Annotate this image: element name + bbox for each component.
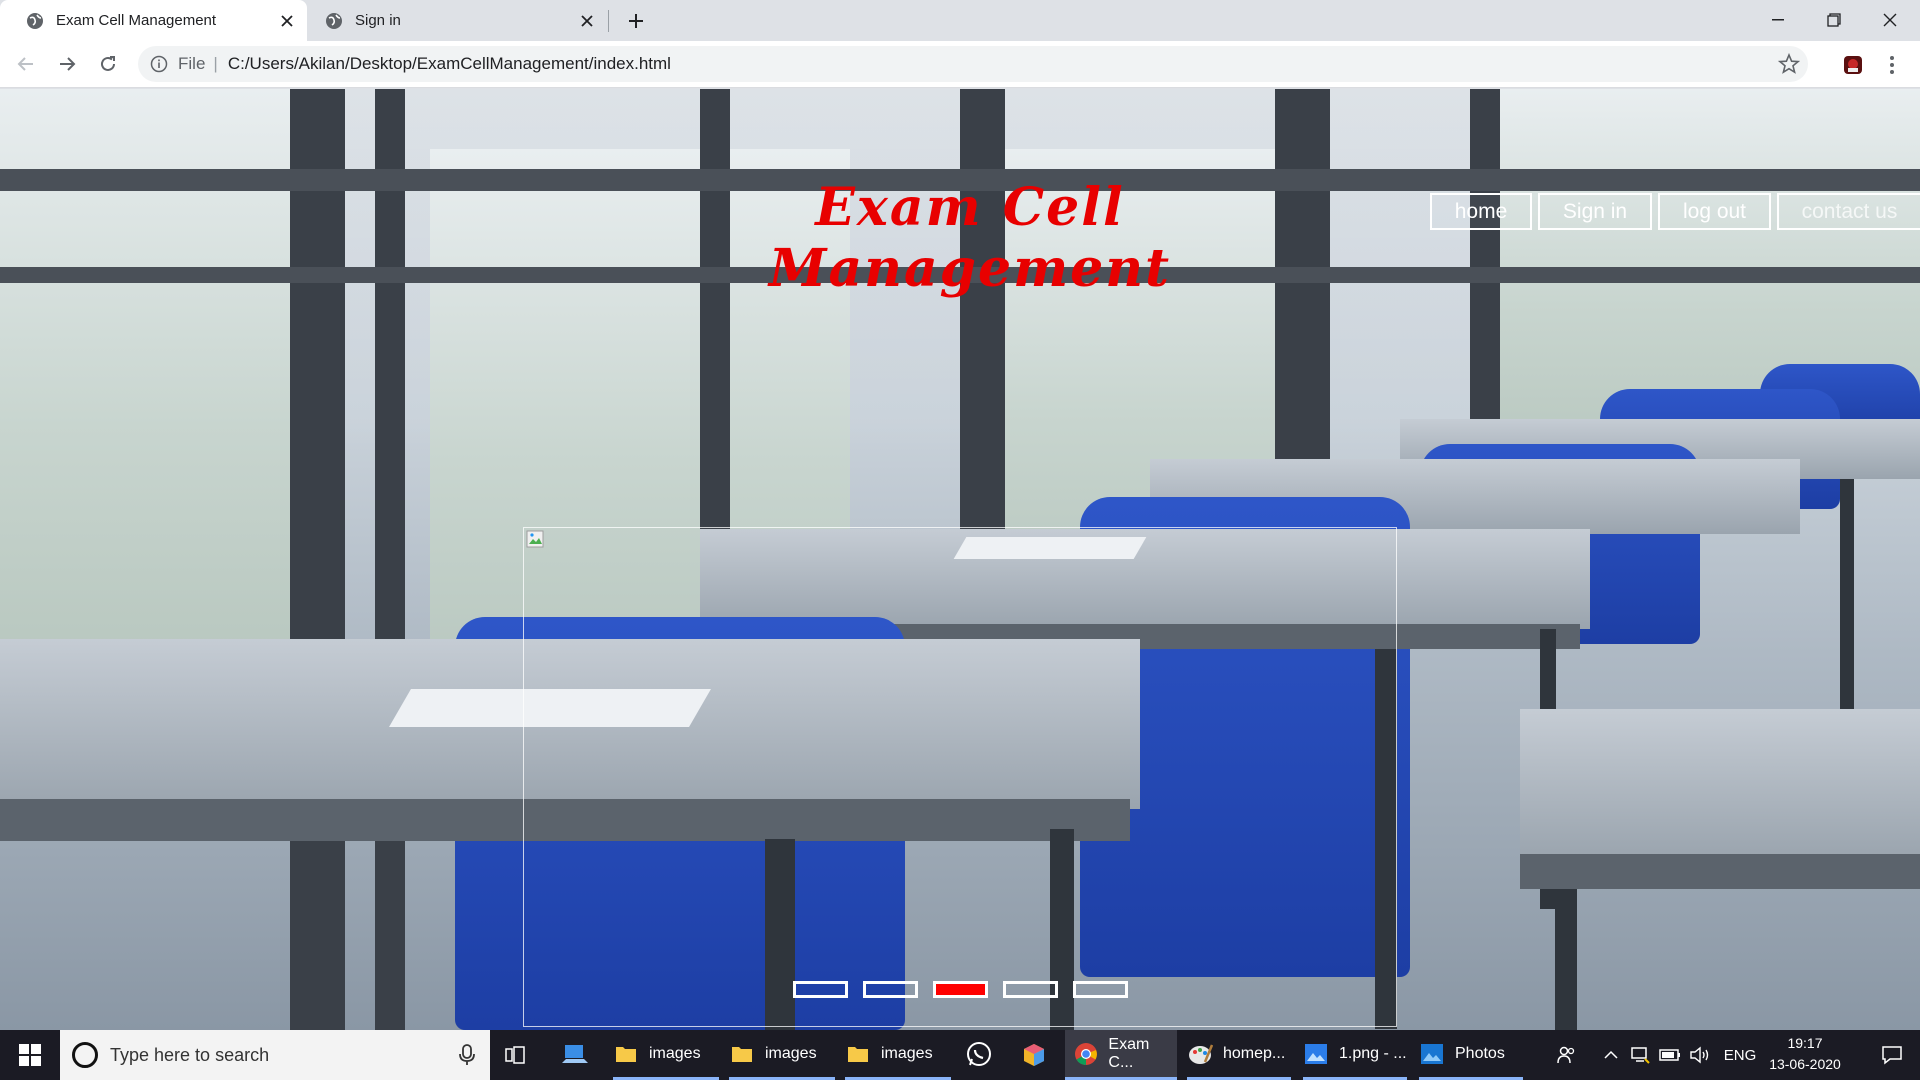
people-icon[interactable] bbox=[1552, 1030, 1582, 1080]
close-window-button[interactable] bbox=[1862, 0, 1918, 40]
volume-icon[interactable] bbox=[1688, 1030, 1712, 1080]
show-hidden-icons-chevron-icon[interactable] bbox=[1600, 1030, 1622, 1080]
close-tab-icon[interactable] bbox=[277, 11, 297, 31]
reload-button[interactable] bbox=[92, 48, 124, 80]
globe-icon bbox=[26, 12, 44, 30]
site-title: Exam Cell Management bbox=[768, 177, 1172, 299]
notifications-icon[interactable] bbox=[1864, 1030, 1920, 1080]
task-view-icon bbox=[505, 1046, 525, 1064]
taskbar-item-paint[interactable]: homep... bbox=[1187, 1030, 1291, 1080]
clock-time: 19:17 bbox=[1787, 1035, 1823, 1051]
main-navigation: home Sign in log out contact us bbox=[1430, 193, 1920, 230]
start-button[interactable] bbox=[0, 1030, 60, 1080]
task-view-button[interactable] bbox=[505, 1030, 535, 1080]
slider-dot-active[interactable] bbox=[933, 981, 988, 998]
photos-icon bbox=[1419, 1041, 1445, 1067]
slider-dot[interactable] bbox=[1003, 981, 1058, 998]
windows-logo-icon bbox=[19, 1044, 41, 1066]
taskbar-search-box[interactable]: Type here to search bbox=[60, 1030, 490, 1080]
slider-pagination bbox=[793, 981, 1128, 998]
app-cube-icon bbox=[1024, 1044, 1044, 1066]
chrome-icon bbox=[1073, 1041, 1098, 1067]
language-indicator[interactable]: ENG bbox=[1720, 1030, 1760, 1080]
microphone-icon[interactable] bbox=[458, 1044, 476, 1066]
tab-divider bbox=[608, 10, 609, 32]
restore-button[interactable] bbox=[1806, 0, 1862, 40]
bookmark-star-icon[interactable] bbox=[1778, 53, 1800, 75]
tab-exam-cell-management[interactable]: Exam Cell Management bbox=[0, 0, 307, 41]
scheme-label: File bbox=[178, 54, 206, 73]
taskbar-item-images-1[interactable]: images bbox=[613, 1030, 719, 1080]
network-icon[interactable] bbox=[1628, 1030, 1652, 1080]
extension-icon[interactable] bbox=[1841, 53, 1865, 77]
tab-title: Sign in bbox=[355, 12, 401, 29]
nav-log-out-button[interactable]: log out bbox=[1658, 193, 1771, 230]
taskbar-item-image-viewer[interactable]: 1.png - ... bbox=[1303, 1030, 1407, 1080]
nav-contact-us-button[interactable]: contact us bbox=[1777, 193, 1920, 230]
taskbar-item-label: Photos bbox=[1455, 1044, 1505, 1062]
slider-dot[interactable] bbox=[793, 981, 848, 998]
url-text[interactable]: C:/Users/Akilan/Desktop/ExamCellManageme… bbox=[228, 54, 671, 74]
folder-icon bbox=[729, 1041, 755, 1067]
battery-icon[interactable] bbox=[1658, 1030, 1682, 1080]
taskbar-item-label: images bbox=[765, 1044, 817, 1062]
taskbar-item-label: homep... bbox=[1223, 1044, 1286, 1062]
taskbar: Type here to search images images images… bbox=[0, 1030, 1920, 1080]
taskbar-item-chrome[interactable]: Exam C... bbox=[1065, 1030, 1177, 1080]
clock[interactable]: 19:17 13-06-2020 bbox=[1762, 1033, 1848, 1075]
computer-icon bbox=[562, 1045, 588, 1063]
tab-strip: Exam Cell Management Sign in bbox=[0, 0, 1920, 41]
globe-icon bbox=[325, 12, 343, 30]
address-bar[interactable]: File | C:/Users/Akilan/Desktop/ExamCellM… bbox=[138, 46, 1808, 82]
tab-sign-in[interactable]: Sign in bbox=[307, 0, 607, 41]
taskbar-item-label: images bbox=[649, 1044, 701, 1062]
nav-home-button[interactable]: home bbox=[1430, 193, 1532, 230]
broken-image-icon bbox=[526, 530, 546, 550]
paint-icon bbox=[1187, 1041, 1213, 1067]
tab-title: Exam Cell Management bbox=[56, 12, 217, 29]
taskbar-item-images-2[interactable]: images bbox=[729, 1030, 835, 1080]
pinned-app-button[interactable] bbox=[1022, 1030, 1054, 1080]
minimize-button[interactable] bbox=[1750, 0, 1806, 40]
cortana-icon bbox=[72, 1042, 98, 1068]
taskbar-item-photos[interactable]: Photos bbox=[1419, 1030, 1523, 1080]
whatsapp-icon bbox=[967, 1042, 991, 1066]
browser-toolbar: File | C:/Users/Akilan/Desktop/ExamCellM… bbox=[0, 41, 1920, 88]
folder-icon bbox=[613, 1041, 639, 1067]
close-tab-icon[interactable] bbox=[577, 11, 597, 31]
image-slider bbox=[523, 527, 1397, 1027]
clock-date: 13-06-2020 bbox=[1769, 1056, 1841, 1072]
more-menu-icon[interactable] bbox=[1882, 51, 1902, 79]
page-viewport: Exam Cell Management home Sign in log ou… bbox=[0, 89, 1920, 1030]
pinned-app-button[interactable] bbox=[562, 1030, 602, 1080]
folder-icon bbox=[845, 1041, 871, 1067]
new-tab-button[interactable] bbox=[623, 8, 649, 34]
info-icon[interactable] bbox=[150, 55, 168, 73]
taskbar-item-images-3[interactable]: images bbox=[845, 1030, 951, 1080]
scheme-divider: | bbox=[213, 54, 218, 73]
nav-sign-in-button[interactable]: Sign in bbox=[1538, 193, 1652, 230]
forward-button[interactable] bbox=[51, 48, 83, 80]
image-icon bbox=[1303, 1041, 1329, 1067]
taskbar-item-label: 1.png - ... bbox=[1339, 1044, 1407, 1062]
whatsapp-button[interactable] bbox=[966, 1030, 998, 1080]
back-button[interactable] bbox=[10, 48, 42, 80]
taskbar-item-label: Exam C... bbox=[1108, 1035, 1150, 1071]
slider-dot[interactable] bbox=[1073, 981, 1128, 998]
slider-dot[interactable] bbox=[863, 981, 918, 998]
search-placeholder: Type here to search bbox=[110, 1044, 270, 1065]
taskbar-item-label: images bbox=[881, 1044, 933, 1062]
